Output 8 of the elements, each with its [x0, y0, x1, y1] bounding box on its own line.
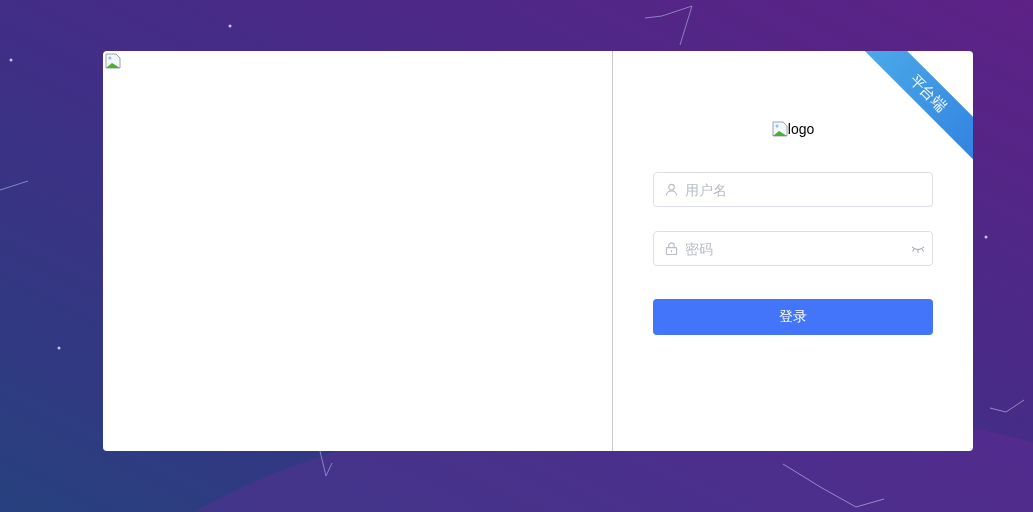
broken-image-icon	[771, 121, 788, 137]
user-icon	[665, 183, 678, 196]
eye-closed-icon[interactable]	[911, 245, 925, 253]
password-field[interactable]: 密码	[653, 231, 933, 266]
logo-alt-text: logo	[787, 121, 815, 137]
lock-icon	[665, 242, 678, 255]
username-field[interactable]: 用户名	[653, 172, 933, 207]
login-button[interactable]: 登录	[653, 299, 933, 335]
